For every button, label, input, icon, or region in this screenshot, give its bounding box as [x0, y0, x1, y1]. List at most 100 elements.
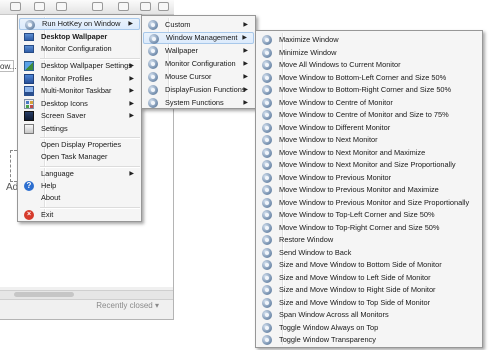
displayfusion-icon [262, 297, 272, 308]
window-action-move-window-to-bottom-right-corner-and-size-50[interactable]: Move Window to Bottom-Right Corner and S… [257, 84, 481, 96]
submenu-arrow-icon: ▶ [243, 22, 248, 28]
displayfusion-icon [148, 98, 158, 108]
submenu-item-window-management[interactable]: Window Management ▶ [143, 32, 254, 44]
window-action-move-window-to-previous-monitor-and-size-proportionally[interactable]: Move Window to Previous Monitor and Size… [257, 197, 481, 209]
displayfusion-icon [262, 235, 272, 245]
displayfusion-icon [262, 72, 272, 83]
toolbar-button-icon[interactable] [34, 2, 45, 11]
recently-closed-button[interactable]: Recently closed ▾ [96, 301, 159, 310]
displayfusion-icon [262, 160, 272, 170]
window-action-move-window-to-next-monitor-and-maximize[interactable]: Move Window to Next Monitor and Maximize [257, 147, 481, 159]
submenu-item-system-functions[interactable]: System Functions ▶ [143, 97, 254, 109]
submenu-arrow-icon: ▶ [129, 101, 134, 107]
displayfusion-icon [262, 247, 272, 258]
menu-item-open-display-properties[interactable]: Open Display Properties [19, 139, 140, 151]
displayfusion-icon [262, 60, 272, 70]
toolbar-button-icon[interactable] [118, 2, 129, 11]
menu-item-open-task-manager[interactable]: Open Task Manager [19, 151, 140, 163]
window-action-span-window-across-all-monitors[interactable]: Span Window Across all Monitors [257, 309, 481, 321]
window-action-maximize-window[interactable]: Maximize Window [257, 34, 481, 46]
submenu-arrow-icon: ▶ [243, 48, 248, 54]
scrollbar-thumb[interactable] [14, 292, 74, 297]
submenu-item-displayfusion-functions[interactable]: DisplayFusion Functions ▶ [143, 84, 254, 96]
window-action-toggle-window-transparency[interactable]: Toggle Window Transparency [257, 334, 481, 346]
window-action-move-window-to-bottom-left-corner-and-size-50[interactable]: Move Window to Bottom-Left Corner and Si… [257, 72, 481, 84]
window-action-move-all-windows-to-current-monitor[interactable]: Move All Windows to Current Monitor [257, 59, 481, 71]
background-stub-tab[interactable]: ow... [0, 60, 16, 72]
displayfusion-icon [148, 85, 158, 95]
window-action-size-and-move-window-to-left-side-of-monitor[interactable]: Size and Move Window to Left Side of Mon… [257, 272, 481, 284]
window-action-toggle-window-always-on-top[interactable]: Toggle Window Always on Top [257, 322, 481, 334]
taskbar-icon [24, 86, 34, 96]
displayfusion-icon [148, 20, 158, 30]
window-action-size-and-move-window-to-bottom-side-of-monitor[interactable]: Size and Move Window to Bottom Side of M… [257, 259, 481, 271]
menu-item-exit[interactable]: × Exit [19, 209, 140, 221]
submenu-arrow-icon: ▶ [243, 61, 248, 67]
submenu-item-wallpaper[interactable]: Wallpaper ▶ [143, 45, 254, 57]
submenu-arrow-icon: ▶ [243, 100, 248, 106]
window-action-minimize-window[interactable]: Minimize Window [257, 47, 481, 59]
submenu-arrow-icon: ▶ [129, 63, 134, 69]
menu-item-run-hotkey-on-window[interactable]: Run HotKey on Window ▶ [19, 18, 140, 30]
main-context-menu: Run HotKey on Window ▶ Desktop Wallpaper… [17, 14, 142, 222]
settings-icon [24, 124, 34, 134]
submenu-arrow-icon: ▶ [242, 35, 247, 41]
displayfusion-icon [148, 59, 158, 69]
displayfusion-icon [262, 147, 272, 158]
submenu-arrow-icon: ▶ [129, 76, 134, 82]
window-action-send-window-to-back[interactable]: Send Window to Back [257, 247, 481, 259]
screen-saver-icon [24, 111, 34, 121]
submenu-arrow-icon: ▶ [129, 171, 134, 177]
toolbar-button-icon[interactable] [56, 2, 67, 11]
window-action-size-and-move-window-to-right-side-of-monitor[interactable]: Size and Move Window to Right Side of Mo… [257, 284, 481, 296]
displayfusion-icon [148, 46, 158, 56]
menu-item-screen-saver[interactable]: Screen Saver ▶ [19, 110, 140, 122]
window-action-move-window-to-previous-monitor-and-maximize[interactable]: Move Window to Previous Monitor and Maxi… [257, 184, 481, 196]
window-action-restore-window[interactable]: Restore Window [257, 234, 481, 246]
chevron-down-icon: ▾ [154, 301, 159, 310]
submenu-arrow-icon: ▶ [243, 87, 248, 93]
submenu-item-monitor-configuration[interactable]: Monitor Configuration ▶ [143, 58, 254, 70]
window-action-size-and-move-window-to-top-side-of-monitor[interactable]: Size and Move Window to Top Side of Moni… [257, 297, 481, 309]
menu-item-language[interactable]: Language ▶ [19, 168, 140, 180]
toolbar-button-icon[interactable] [10, 2, 21, 11]
displayfusion-icon [262, 135, 272, 145]
window-action-move-window-to-different-monitor[interactable]: Move Window to Different Monitor [257, 122, 481, 134]
displayfusion-icon [262, 260, 272, 270]
toolbar-button-icon[interactable] [140, 2, 151, 11]
menu-item-desktop-icons[interactable]: Desktop Icons ▶ [19, 98, 140, 110]
window-action-move-window-to-centre-of-monitor-and-size-to-75[interactable]: Move Window to Centre of Monitor and Siz… [257, 109, 481, 121]
toolbar-button-icon[interactable] [92, 2, 103, 11]
displayfusion-icon [262, 310, 272, 320]
displayfusion-icon [262, 335, 272, 345]
submenu-item-mouse-cursor[interactable]: Mouse Cursor ▶ [143, 71, 254, 83]
monitor-icon [24, 33, 34, 41]
menu-item-about[interactable]: About [19, 192, 140, 204]
window-action-move-window-to-next-monitor-and-size-proportionally[interactable]: Move Window to Next Monitor and Size Pro… [257, 159, 481, 171]
window-action-move-window-to-top-right-corner-and-size-50[interactable]: Move Window to Top-Right Corner and Size… [257, 222, 481, 234]
displayfusion-icon [262, 85, 272, 95]
menu-item-help[interactable]: ? Help [19, 180, 140, 192]
window-management-submenu: Maximize Window Minimize Window Move All W… [255, 30, 483, 348]
monitor-icon [24, 45, 34, 53]
menu-item-monitor-profiles[interactable]: Monitor Profiles ▶ [19, 73, 140, 85]
displayfusion-icon [148, 72, 158, 82]
menu-item-desktop-wallpaper[interactable]: Desktop Wallpaper [19, 31, 140, 43]
window-action-move-window-to-previous-monitor[interactable]: Move Window to Previous Monitor [257, 172, 481, 184]
toolbar-button-icon[interactable] [158, 2, 169, 11]
menu-item-monitor-configuration[interactable]: Monitor Configuration [19, 43, 140, 55]
horizontal-scrollbar[interactable] [0, 290, 173, 300]
menu-item-settings[interactable]: Settings [19, 123, 140, 135]
displayfusion-icon [262, 210, 272, 220]
displayfusion-icon [262, 285, 272, 295]
window-action-move-window-to-top-left-corner-and-size-50[interactable]: Move Window to Top-Left Corner and Size … [257, 209, 481, 221]
menu-item-multi-monitor-taskbar[interactable]: Multi-Monitor Taskbar ▶ [19, 85, 140, 97]
exit-icon: × [24, 210, 34, 220]
window-action-move-window-to-next-monitor[interactable]: Move Window to Next Monitor [257, 134, 481, 146]
displayfusion-icon [262, 185, 272, 195]
window-action-move-window-to-centre-of-monitor[interactable]: Move Window to Centre of Monitor [257, 97, 481, 109]
displayfusion-icon [262, 122, 272, 133]
submenu-item-custom[interactable]: Custom ▶ [143, 19, 254, 31]
displayfusion-icon [262, 35, 272, 45]
menu-item-desktop-wallpaper-settings[interactable]: Desktop Wallpaper Settings ▶ [19, 60, 140, 72]
